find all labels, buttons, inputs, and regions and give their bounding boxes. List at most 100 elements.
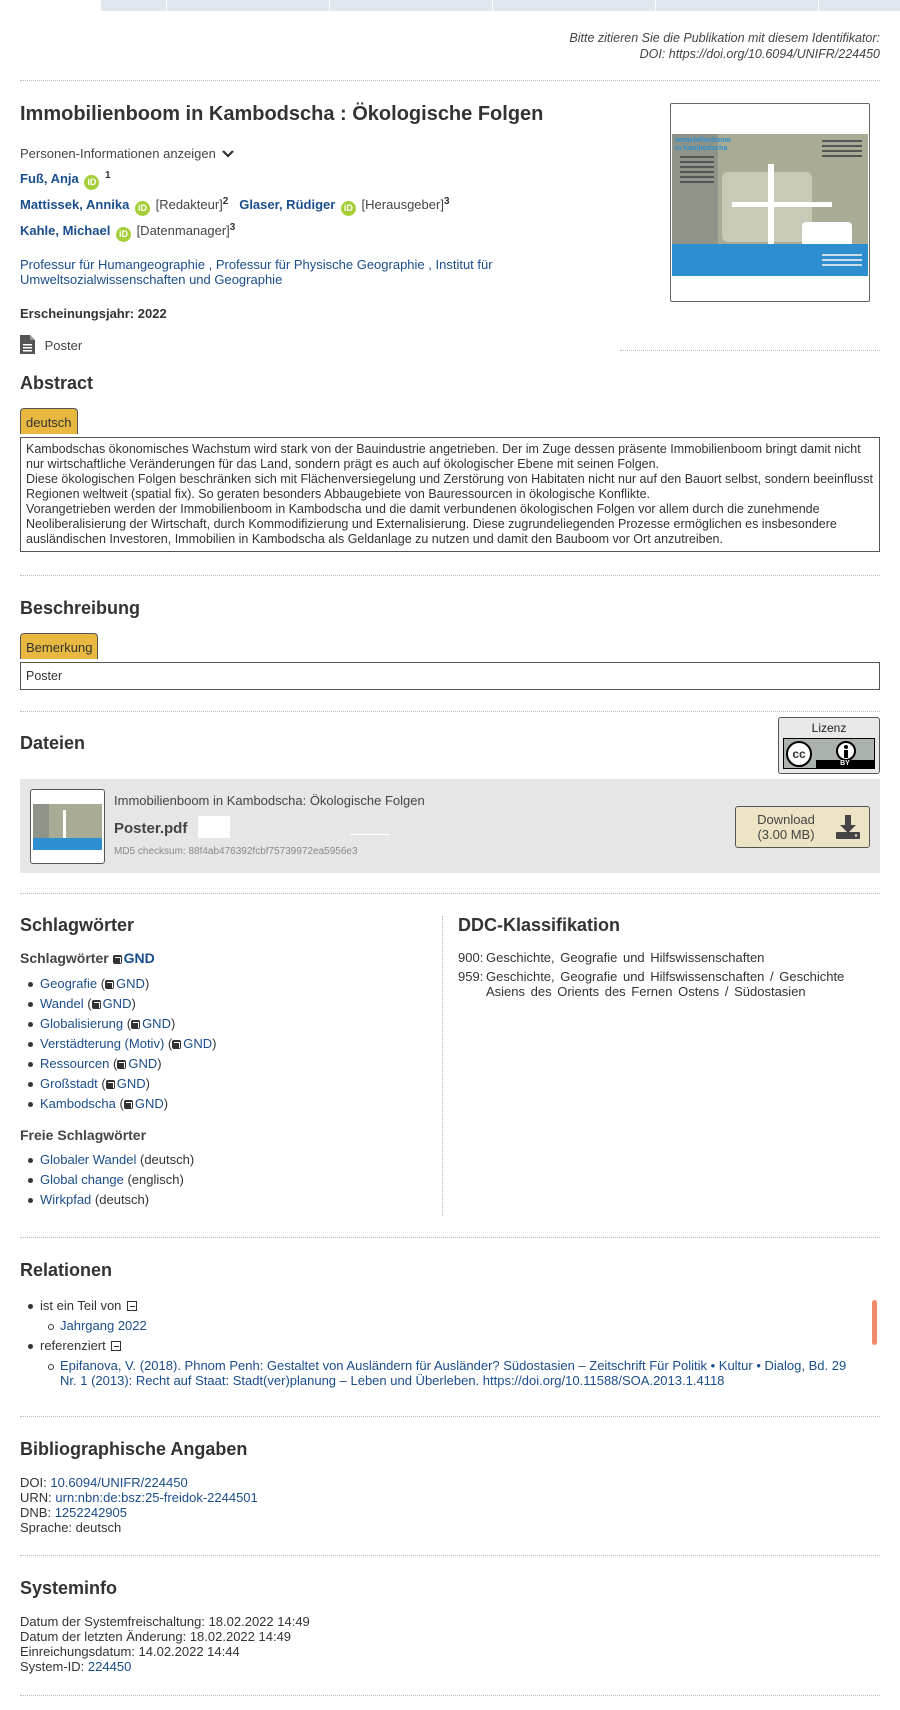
orcid-icon[interactable]: iD (134, 201, 150, 216)
citation-doi: DOI: https://doi.org/10.6094/UNIFR/22445… (639, 47, 880, 61)
urn-link[interactable]: urn:nbn:de:bsz:25-freidok-2244501 (55, 1490, 257, 1505)
download-button[interactable]: Download (3.00 MB) (735, 806, 870, 848)
author-link[interactable]: Mattissek, Annika (20, 197, 129, 212)
keyword-language: (deutsch) (94, 1192, 150, 1207)
gnd-link[interactable]: GND (142, 1016, 171, 1031)
keyword-link[interactable]: Globalisierung (40, 1016, 123, 1031)
divider (20, 1695, 880, 1696)
gnd-link[interactable]: GND (103, 996, 132, 1011)
gnd-keywords-heading: Schlagwörter GND (20, 950, 440, 966)
collapse-icon[interactable] (111, 1341, 122, 1351)
files-heading: Dateien (20, 733, 86, 753)
dnb-link[interactable]: 1252242905 (55, 1505, 127, 1520)
tab-bemerkung[interactable]: Bemerkung (20, 633, 99, 659)
orcid-icon[interactable]: iD (115, 227, 131, 242)
external-link-icon (117, 1060, 127, 1069)
abstract-paragraph: Kambodschas ökonomisches Wachstum wird s… (26, 442, 861, 471)
keyword-link[interactable]: Großstadt (40, 1076, 98, 1091)
affiliation-link[interactable]: Professur für Humangeographie , Professu… (20, 257, 493, 287)
relation-link[interactable]: Epifanova, V. (2018). Phnom Penh: Gestal… (60, 1358, 846, 1388)
top-nav-tab[interactable] (328, 0, 492, 11)
keyword-item: Kambodscha (GND) (20, 1094, 440, 1114)
keyword-link[interactable]: Globaler Wandel (40, 1152, 136, 1167)
download-size: (3.00 MB) (757, 827, 815, 842)
keywords-section: Schlagwörter Schlagwörter GND Geografie … (20, 915, 440, 1210)
system-id-link[interactable]: 224450 (88, 1659, 131, 1674)
keyword-link[interactable]: Verstädterung (Motiv) (40, 1036, 164, 1051)
license-label: Lizenz (811, 721, 847, 735)
keywords-heading: Schlagwörter (20, 915, 135, 935)
keyword-language: (deutsch) (139, 1152, 195, 1167)
author-role: [Herausgeber] (361, 197, 444, 212)
top-nav-tab[interactable] (491, 0, 655, 11)
page-title: Immobilienboom in Kambodscha : Ökologisc… (20, 103, 544, 125)
top-nav-tab[interactable] (818, 0, 900, 11)
free-keyword-item: Wirkpfad (deutsch) (20, 1190, 440, 1210)
gnd-keywords-heading-label: Schlagwörter (20, 950, 109, 966)
scroll-indicator[interactable] (872, 1300, 877, 1345)
divider (20, 893, 880, 894)
author-link[interactable]: Fuß, Anja (20, 171, 79, 186)
column-divider (442, 916, 443, 1216)
list-item: Jahrgang 2022 (40, 1316, 880, 1336)
poster-thumbnail[interactable]: Immobilienboom in Kambodscha (670, 103, 870, 302)
divider (20, 711, 880, 712)
top-nav-tab[interactable] (654, 0, 818, 11)
persons-toggle[interactable]: Personen-Informationen anzeigen (20, 146, 640, 161)
free-keyword-item: Globaler Wandel (deutsch) (20, 1150, 440, 1170)
license-badge[interactable]: Lizenz cc BY (778, 717, 880, 774)
chevron-down-icon (222, 150, 235, 158)
urn-label: URN: (20, 1490, 52, 1505)
ddc-text: Geschichte, Geografie und Hilfswissensch… (486, 950, 765, 965)
list-item: Epifanova, V. (2018). Phnom Penh: Gestal… (40, 1356, 880, 1388)
external-link-icon (123, 1100, 133, 1109)
ddc-list: 900: Geschichte, Geografie und Hilfswisse… (458, 950, 880, 999)
top-nav-tab[interactable] (100, 0, 166, 11)
relations-heading: Relationen (20, 1260, 113, 1280)
keyword-item: Großstadt (GND) (20, 1074, 440, 1094)
keyword-item: Wandel (GND) (20, 994, 440, 1014)
keyword-link[interactable]: Wandel (40, 996, 84, 1011)
doi-row: DOI: 10.6094/UNIFR/224450 (20, 1475, 880, 1490)
divider (20, 80, 880, 81)
gnd-link[interactable]: GND (116, 976, 145, 991)
author-link[interactable]: Glaser, Rüdiger (239, 197, 335, 212)
external-link-icon (172, 1040, 182, 1049)
file-title: Immobilienboom in Kambodscha: Ökologisch… (114, 793, 425, 808)
file-name[interactable]: Poster.pdf (114, 816, 230, 838)
gnd-link[interactable]: GND (117, 1076, 146, 1091)
dnb-row: DNB: 1252242905 (20, 1505, 880, 1520)
free-keyword-list: Globaler Wandel (deutsch) Global change (… (20, 1150, 440, 1210)
keyword-link[interactable]: Ressourcen (40, 1056, 109, 1071)
ddc-item: 959: Geschichte, Geografie und Hilfswisse… (458, 969, 880, 999)
relations-section: Relationen ist ein Teil von Jahrgang 202… (20, 1260, 880, 1388)
gnd-link[interactable]: GND (135, 1096, 164, 1111)
affiliations: Professur für Humangeographie , Professu… (20, 257, 510, 287)
free-keyword-item: Global change (englisch) (20, 1170, 440, 1190)
doi-link[interactable]: 10.6094/UNIFR/224450 (50, 1475, 187, 1490)
gnd-link[interactable]: GND (124, 950, 155, 966)
abstract-paragraph: Diese ökologischen Folgen beschränken si… (26, 472, 874, 501)
orcid-icon[interactable]: iD (84, 175, 100, 190)
bibliographic-section: Bibliographische Angaben DOI: 10.6094/UN… (20, 1438, 880, 1535)
system-submitted: Einreichungsdatum: 14.02.2022 14:44 (20, 1644, 240, 1659)
keyword-link[interactable]: Kambodscha (40, 1096, 116, 1111)
license-badge-text: BY (816, 760, 874, 768)
gnd-link[interactable]: GND (183, 1036, 212, 1051)
gnd-keyword-list: Geografie (GND) Wandel (GND) Globalisierun… (20, 974, 440, 1114)
author-link[interactable]: Kahle, Michael (20, 223, 110, 238)
orcid-icon[interactable]: iD (340, 201, 356, 216)
collapse-icon[interactable] (127, 1301, 138, 1311)
relation-label: referenziert (40, 1338, 106, 1353)
relation-link[interactable]: Jahrgang 2022 (60, 1318, 147, 1333)
keyword-link[interactable]: Global change (40, 1172, 124, 1187)
gnd-link[interactable]: GND (128, 1056, 157, 1071)
file-thumbnail[interactable] (30, 789, 105, 864)
keyword-link[interactable]: Wirkpfad (40, 1192, 91, 1207)
keyword-item: Verstädterung (Motiv) (GND) (20, 1034, 440, 1054)
keyword-link[interactable]: Geografie (40, 976, 97, 991)
document-icon (20, 335, 35, 354)
top-nav-tab[interactable] (165, 0, 329, 11)
divider (620, 350, 880, 351)
tab-language-deutsch[interactable]: deutsch (20, 408, 78, 434)
